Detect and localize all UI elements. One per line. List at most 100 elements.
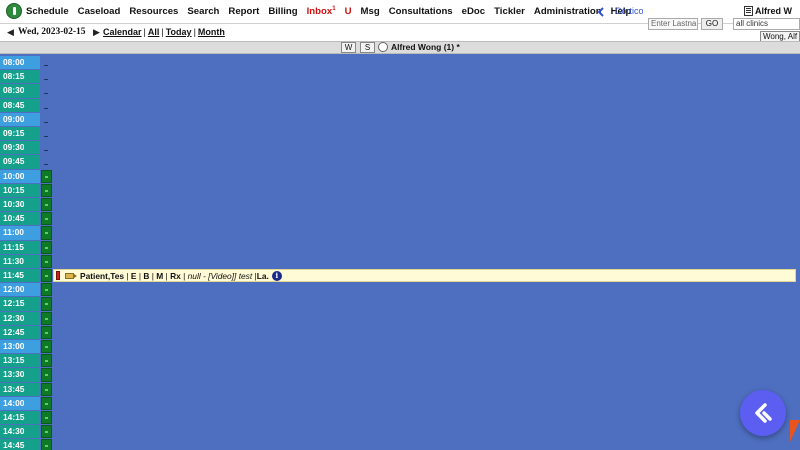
patient-name-link[interactable]: Patient,Tes xyxy=(80,271,124,281)
time-slot-label[interactable]: 10:15 xyxy=(0,183,40,197)
bookable-slot-icon[interactable] xyxy=(41,254,52,268)
today-link[interactable]: Today xyxy=(166,27,192,37)
empty-slot-marker[interactable] xyxy=(41,127,52,140)
bookable-slot-icon[interactable] xyxy=(41,396,52,410)
bookable-slot-icon[interactable] xyxy=(41,325,52,339)
bookable-slot-icon[interactable] xyxy=(41,169,52,183)
time-slot-label[interactable]: 11:15 xyxy=(0,240,40,254)
time-slot-label[interactable]: 08:15 xyxy=(0,70,40,84)
time-slot-label[interactable]: 13:45 xyxy=(0,382,40,396)
nav-item-edoc[interactable]: eDoc xyxy=(462,6,485,17)
go-button[interactable]: GO xyxy=(701,18,723,30)
nav-item-u[interactable]: U xyxy=(345,6,352,17)
video-visit-icon xyxy=(65,272,77,279)
nav-item-consultations[interactable]: Consultations xyxy=(389,6,453,17)
bookable-slot-icon[interactable] xyxy=(41,269,52,283)
cortico-link[interactable]: Cortico xyxy=(615,6,644,16)
empty-slot-marker[interactable] xyxy=(41,99,52,112)
time-slot-row: 11:15 xyxy=(0,240,800,255)
time-slot-label[interactable]: 08:00 xyxy=(0,56,40,70)
provider-radio[interactable] xyxy=(378,42,388,52)
nav-item-msg[interactable]: Msg xyxy=(361,6,380,17)
bookable-slot-icon[interactable] xyxy=(41,439,52,450)
bookable-slot-icon[interactable] xyxy=(41,354,52,368)
nav-item-schedule[interactable]: Schedule xyxy=(26,6,69,17)
nav-item-inbox[interactable]: Inbox1 xyxy=(307,6,336,17)
bookable-slot-icon[interactable] xyxy=(41,240,52,254)
nav-item-label: Report xyxy=(228,6,260,17)
bookable-slot-icon[interactable] xyxy=(41,183,52,197)
time-slot-label[interactable]: 11:00 xyxy=(0,226,40,240)
provider-name[interactable]: Alfred Wong (1) * xyxy=(391,42,460,52)
empty-slot-marker[interactable] xyxy=(41,155,52,168)
time-slot-label[interactable]: 12:30 xyxy=(0,311,40,325)
month-link[interactable]: Month xyxy=(198,27,225,37)
bookable-slot-icon[interactable] xyxy=(41,411,52,425)
bookable-slot-icon[interactable] xyxy=(41,382,52,396)
bookable-slot-icon[interactable] xyxy=(41,425,52,439)
bookable-slot-icon[interactable] xyxy=(41,340,52,354)
nav-item-billing[interactable]: Billing xyxy=(268,6,297,17)
prev-day-icon[interactable]: ◀ xyxy=(7,27,14,38)
empty-slot-marker[interactable] xyxy=(41,56,52,69)
patient-search-input[interactable]: Enter Lastna xyxy=(648,18,698,30)
search-button[interactable]: S xyxy=(360,42,375,53)
cortico-logo-icon[interactable] xyxy=(597,7,607,17)
nav-item-resources[interactable]: Resources xyxy=(129,6,178,17)
calendar-link[interactable]: Calendar xyxy=(103,27,142,37)
all-link[interactable]: All xyxy=(148,27,160,37)
nav-item-tickler[interactable]: Tickler xyxy=(494,6,525,17)
bookable-slot-icon[interactable] xyxy=(41,198,52,212)
lab-link[interactable]: La. xyxy=(257,271,269,281)
time-slot-label[interactable]: 13:30 xyxy=(0,368,40,382)
time-slot-label[interactable]: 13:15 xyxy=(0,354,40,368)
time-slot-label[interactable]: 09:45 xyxy=(0,155,40,169)
appointment-entry[interactable]: Patient,Tes | E | B | M | Rx | null - [V… xyxy=(53,269,796,283)
time-slot-label[interactable]: 14:00 xyxy=(0,396,40,410)
bookable-slot-icon[interactable] xyxy=(41,226,52,240)
bookable-slot-icon[interactable] xyxy=(41,311,52,325)
master-record-link[interactable]: M xyxy=(156,271,163,281)
info-icon[interactable]: i xyxy=(271,270,282,281)
time-slot-label[interactable]: 09:15 xyxy=(0,127,40,141)
user-name[interactable]: Alfred W xyxy=(755,6,792,16)
time-slot-label[interactable]: 08:30 xyxy=(0,84,40,98)
time-slot-label[interactable]: 10:00 xyxy=(0,169,40,183)
week-view-button[interactable]: W xyxy=(341,42,356,53)
empty-slot-marker[interactable] xyxy=(41,84,52,97)
time-slot-label[interactable]: 12:45 xyxy=(0,325,40,339)
bookable-slot-icon[interactable] xyxy=(41,283,52,297)
nav-item-caseload[interactable]: Caseload xyxy=(78,6,121,17)
bookable-slot-icon[interactable] xyxy=(41,212,52,226)
empty-slot-marker[interactable] xyxy=(41,141,52,154)
time-slot-label[interactable]: 11:30 xyxy=(0,254,40,268)
time-slot-label[interactable]: 09:00 xyxy=(0,112,40,126)
empty-slot-marker[interactable] xyxy=(41,70,52,83)
next-day-icon[interactable]: ▶ xyxy=(93,27,100,38)
time-slot-label[interactable]: 09:30 xyxy=(0,141,40,155)
time-slot-label[interactable]: 14:15 xyxy=(0,411,40,425)
time-slot-label[interactable]: 12:15 xyxy=(0,297,40,311)
empty-slot-marker[interactable] xyxy=(41,113,52,126)
nav-item-report[interactable]: Report xyxy=(228,6,259,17)
time-slot-label[interactable]: 11:45 xyxy=(0,269,40,283)
cortico-fab-button[interactable] xyxy=(740,390,786,436)
oscar-schedule-page: Schedule Caseload Resources Search Report Bil… xyxy=(0,0,800,450)
time-slot-label[interactable]: 08:45 xyxy=(0,98,40,112)
bookable-slot-icon[interactable] xyxy=(41,368,52,382)
prescription-link[interactable]: Rx xyxy=(170,271,181,281)
time-slot-label[interactable]: 14:30 xyxy=(0,425,40,439)
time-slot-label[interactable]: 12:00 xyxy=(0,283,40,297)
time-slot-label[interactable]: 10:45 xyxy=(0,212,40,226)
oscar-logo-icon[interactable] xyxy=(6,3,22,19)
calendar-icon[interactable] xyxy=(744,6,753,16)
clinic-select[interactable]: all clinics xyxy=(733,18,800,30)
time-slot-label[interactable]: 13:00 xyxy=(0,340,40,354)
bookable-slot-icon[interactable] xyxy=(41,297,52,311)
nav-item-administration[interactable]: Administration xyxy=(534,6,602,17)
time-slot-label[interactable]: 10:30 xyxy=(0,198,40,212)
time-slot-label[interactable]: 14:45 xyxy=(0,439,40,450)
nav-item-search[interactable]: Search xyxy=(187,6,219,17)
appointment-status-icon[interactable] xyxy=(56,271,60,281)
time-slot-row: 13:45 xyxy=(0,382,800,397)
